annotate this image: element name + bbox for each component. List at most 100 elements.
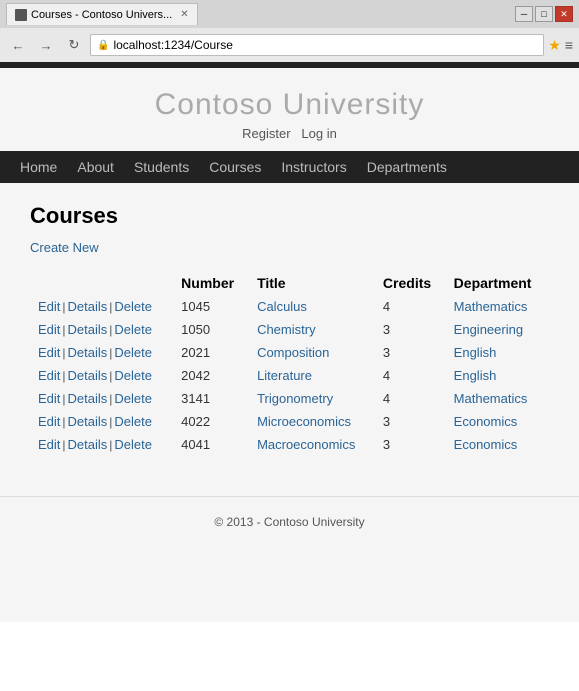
edit-link[interactable]: Edit [38,414,60,429]
address-bar[interactable]: 🔒 localhost:1234/Course [90,34,544,56]
tab-favicon [15,9,27,21]
delete-link[interactable]: Delete [114,345,152,360]
details-link[interactable]: Details [68,322,108,337]
footer-text: © 2013 - Contoso University [214,515,364,529]
course-department: English [446,341,549,364]
table-row: Edit | Details | Delete1050Chemistry3Eng… [30,318,549,341]
browser-tab[interactable]: Courses - Contoso Univers... ✕ [6,3,198,25]
details-link[interactable]: Details [68,414,108,429]
course-credits: 3 [375,433,446,456]
col-actions [30,271,173,295]
course-number: 1045 [173,295,249,318]
course-title: Macroeconomics [249,433,375,456]
course-title-link[interactable]: Composition [257,345,329,360]
nav-students[interactable]: Students [134,159,189,175]
course-title: Literature [249,364,375,387]
details-link[interactable]: Details [68,437,108,452]
course-title-link[interactable]: Microeconomics [257,414,351,429]
menu-icon[interactable]: ≡ [565,37,573,53]
close-button[interactable]: ✕ [555,6,573,22]
nav-departments[interactable]: Departments [367,159,447,175]
action-cell: Edit | Details | Delete [30,387,173,410]
col-department: Department [446,271,549,295]
course-credits: 3 [375,410,446,433]
address-text: localhost:1234/Course [113,38,537,52]
course-credits: 4 [375,295,446,318]
edit-link[interactable]: Edit [38,437,60,452]
minimize-button[interactable]: ─ [515,6,533,22]
action-cell: Edit | Details | Delete [30,341,173,364]
nav-about[interactable]: About [77,159,114,175]
browser-window: Courses - Contoso Univers... ✕ ─ □ ✕ ← →… [0,0,579,62]
course-credits: 3 [375,318,446,341]
course-number: 3141 [173,387,249,410]
action-separator: | [62,369,65,383]
nav-courses[interactable]: Courses [209,159,261,175]
auth-links: Register Log in [0,126,579,141]
action-cell: Edit | Details | Delete [30,318,173,341]
site-title: Contoso University [0,88,579,122]
action-separator: | [109,392,112,406]
table-row: Edit | Details | Delete4022 Microeconomic… [30,410,549,433]
action-separator: | [109,438,112,452]
create-new-link[interactable]: Create New [30,240,99,255]
course-title: Calculus [249,295,375,318]
table-row: Edit | Details | Delete2042Literature4En… [30,364,549,387]
page-content: Contoso University Register Log in Home … [0,62,579,622]
site-header: Contoso University Register Log in [0,68,579,151]
details-link[interactable]: Details [68,299,108,314]
back-button[interactable]: ← [6,34,30,56]
course-credits: 4 [375,364,446,387]
delete-link[interactable]: Delete [114,368,152,383]
forward-button[interactable]: → [34,34,58,56]
edit-link[interactable]: Edit [38,368,60,383]
course-number: 4022 [173,410,249,433]
action-separator: | [109,346,112,360]
course-title-link[interactable]: Macroeconomics [257,437,355,452]
course-number: 4041 [173,433,249,456]
delete-link[interactable]: Delete [114,322,152,337]
delete-link[interactable]: Delete [114,391,152,406]
site-footer: © 2013 - Contoso University [0,496,579,547]
tabs-area: Courses - Contoso Univers... ✕ [6,3,198,25]
delete-link[interactable]: Delete [114,299,152,314]
refresh-button[interactable]: ↻ [62,34,86,56]
edit-link[interactable]: Edit [38,322,60,337]
login-link[interactable]: Log in [301,126,336,141]
course-number: 2042 [173,364,249,387]
maximize-button[interactable]: □ [535,6,553,22]
course-title-link[interactable]: Chemistry [257,322,316,337]
course-department: Economics [446,410,549,433]
delete-link[interactable]: Delete [114,414,152,429]
course-title: Chemistry [249,318,375,341]
address-bar-row: ← → ↻ 🔒 localhost:1234/Course ★ ≡ [0,28,579,62]
address-lock-icon: 🔒 [97,40,109,51]
main-content: Courses Create New Number Title Credits … [0,183,579,476]
edit-link[interactable]: Edit [38,345,60,360]
main-nav: Home About Students Courses Instructors … [0,151,579,183]
action-separator: | [62,438,65,452]
course-title: Microeconomics [249,410,375,433]
details-link[interactable]: Details [68,368,108,383]
bookmark-icon[interactable]: ★ [548,37,561,54]
nav-instructors[interactable]: Instructors [281,159,346,175]
col-credits: Credits [375,271,446,295]
course-title: Composition [249,341,375,364]
course-title-link[interactable]: Trigonometry [257,391,333,406]
table-row: Edit | Details | Delete3141Trigonometry4… [30,387,549,410]
course-title-link[interactable]: Literature [257,368,312,383]
details-link[interactable]: Details [68,345,108,360]
tab-close-button[interactable]: ✕ [180,9,188,20]
action-cell: Edit | Details | Delete [30,364,173,387]
action-separator: | [109,300,112,314]
action-cell: Edit | Details | Delete [30,410,173,433]
course-title-link[interactable]: Calculus [257,299,307,314]
delete-link[interactable]: Delete [114,437,152,452]
window-controls: ─ □ ✕ [515,6,573,22]
course-title: Trigonometry [249,387,375,410]
register-link[interactable]: Register [242,126,290,141]
details-link[interactable]: Details [68,391,108,406]
edit-link[interactable]: Edit [38,299,60,314]
nav-home[interactable]: Home [20,159,57,175]
edit-link[interactable]: Edit [38,391,60,406]
